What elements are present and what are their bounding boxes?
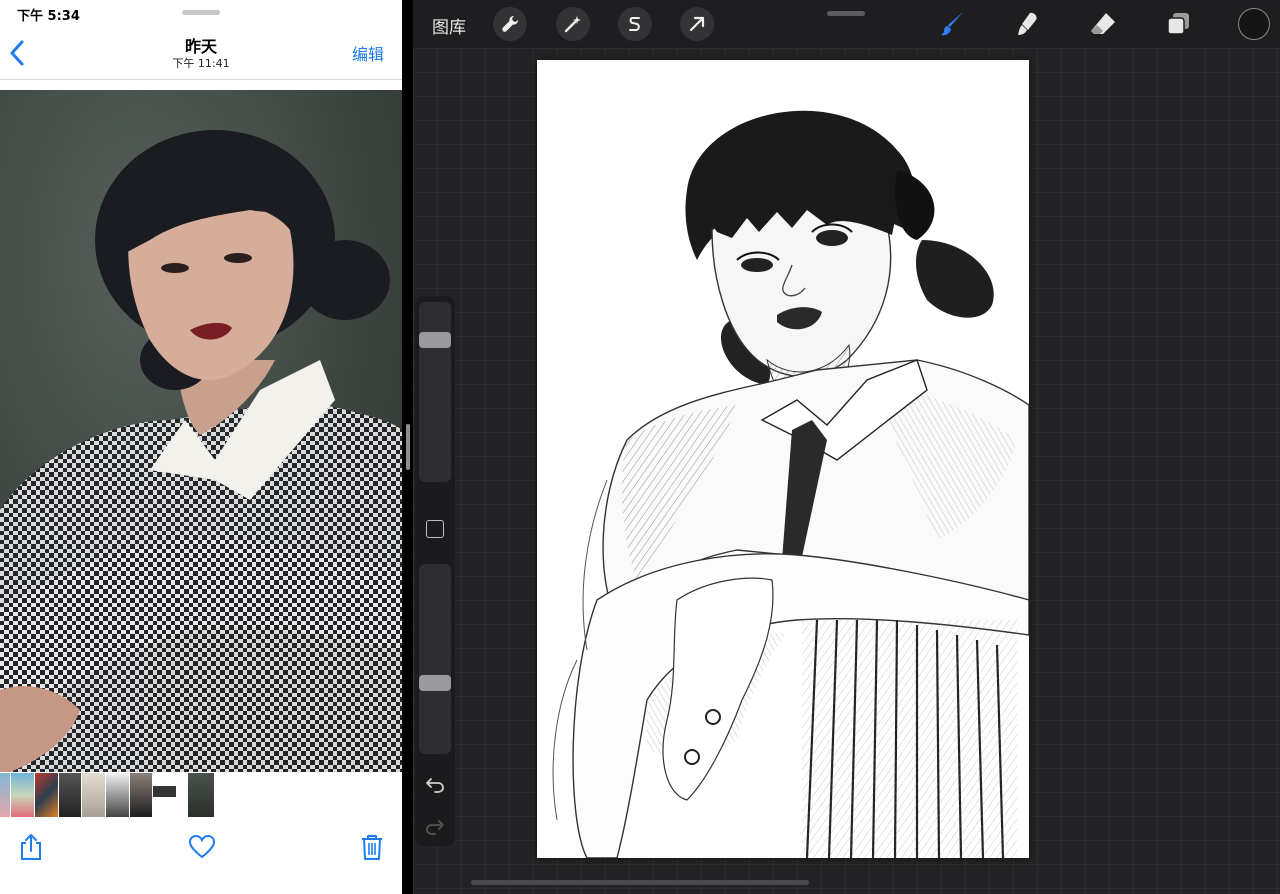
brush-sidebar: [415, 296, 455, 846]
transform-button[interactable]: [680, 7, 714, 41]
thumbnail[interactable]: [130, 773, 152, 817]
redo-icon[interactable]: [424, 816, 446, 836]
thumbnail[interactable]: [0, 773, 10, 817]
sketch-artwork: [552, 110, 1029, 858]
brush-icon: [941, 12, 963, 36]
multitask-grabber[interactable]: [182, 10, 220, 15]
thumbnail-strip[interactable]: [0, 772, 402, 818]
thumbnail[interactable]: [82, 773, 105, 817]
photo-date-title: 昨天: [184, 37, 217, 56]
thumbnail[interactable]: [11, 773, 34, 817]
brush-size-slider[interactable]: [419, 302, 451, 482]
eraser-button[interactable]: [1086, 7, 1120, 41]
thumbnail[interactable]: [106, 773, 129, 817]
photo-toolbar: [0, 818, 402, 894]
gallery-button[interactable]: 图库: [432, 13, 466, 38]
drawing-canvas[interactable]: [537, 60, 1029, 858]
heart-icon[interactable]: [188, 832, 216, 862]
reference-photo-image: [0, 90, 402, 772]
eraser-icon: [1091, 13, 1115, 34]
adjustments-button[interactable]: [556, 7, 590, 41]
opacity-thumb[interactable]: [419, 675, 451, 691]
selection-icon: [629, 17, 640, 31]
brush-button[interactable]: [936, 7, 970, 41]
color-picker-button[interactable]: [1238, 8, 1270, 40]
selection-button[interactable]: [618, 7, 652, 41]
modify-button[interactable]: [426, 520, 444, 538]
layers-icon: [1167, 13, 1189, 35]
share-icon[interactable]: [17, 832, 45, 862]
layers-button[interactable]: [1161, 7, 1195, 41]
procreate-toolbar: 图库: [413, 0, 1280, 48]
magic-wand-icon: [564, 16, 581, 33]
trash-icon[interactable]: [358, 832, 386, 862]
thumbnail-current[interactable]: [188, 773, 214, 817]
thumbnail[interactable]: [59, 773, 81, 817]
wrench-icon: [502, 16, 518, 32]
thumbnail[interactable]: [153, 773, 176, 817]
photos-app: 下午 5:34 昨天 下午 11:41 编辑: [0, 0, 402, 894]
smudge-icon: [1018, 12, 1037, 35]
status-time: 下午 5:34: [17, 9, 80, 24]
canvas-scroll-indicator: [471, 880, 809, 885]
smudge-button[interactable]: [1011, 7, 1045, 41]
thumbnail[interactable]: [35, 773, 58, 817]
undo-icon[interactable]: [424, 774, 446, 794]
photo-time-subtitle: 下午 11:41: [172, 57, 230, 70]
opacity-slider[interactable]: [419, 564, 451, 754]
edit-button[interactable]: 编辑: [352, 41, 384, 65]
split-view-handle[interactable]: [406, 424, 410, 470]
procreate-app: 图库: [413, 0, 1280, 894]
reference-photo[interactable]: [0, 90, 402, 772]
nav-divider: [0, 79, 402, 80]
transform-arrow-icon: [689, 16, 705, 32]
multitask-grabber-right[interactable]: [827, 11, 865, 16]
actions-button[interactable]: [493, 7, 527, 41]
brush-size-thumb[interactable]: [419, 332, 451, 348]
